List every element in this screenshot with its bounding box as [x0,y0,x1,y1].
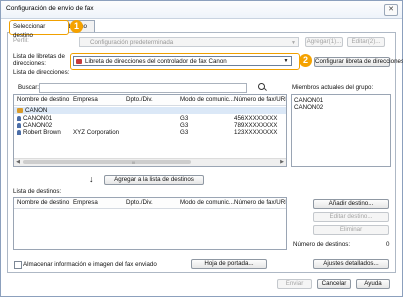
add-profile-button[interactable]: Agregar(1)... [305,37,343,47]
send-button[interactable]: Enviar [277,279,312,289]
address-book-label: Lista de libretas de direcciones: [13,53,65,67]
profile-select[interactable]: Configuración predeterminada ▼ [79,37,299,47]
edit-profile-button[interactable]: Editar(2)... [347,37,385,47]
row-mode: G3 [180,122,189,129]
configure-address-book-button[interactable]: Configurar libreta de direcciones... [314,57,403,67]
address-book-value: Libreta de direcciones del controlador d… [85,58,227,65]
col-mode[interactable]: Modo de comunic... [180,96,234,104]
search-icon[interactable] [258,83,265,90]
chevron-down-icon: ▼ [291,40,296,46]
scroll-grip: III [132,160,136,165]
profile-value: Configuración predeterminada [90,39,174,46]
destination-list[interactable]: Nombre de destino Empresa Dpto./Div. Mod… [13,197,287,250]
delete-button[interactable]: Eliminar [313,225,389,235]
destination-list-header: Nombre de destino Empresa Dpto./Div. Mod… [14,198,286,209]
close-button[interactable]: ✕ [384,4,398,16]
table-row[interactable]: Robert Brown XYZ Corporation G3 123XXXXX… [14,129,286,136]
address-book-icon [76,59,82,64]
scroll-thumb[interactable] [23,160,191,164]
row-name: CANON [25,107,48,114]
row-name: CANON02 [23,122,53,129]
col-name[interactable]: Nombre de destino [17,199,69,207]
cover-sheet-button[interactable]: Hoja de portada... [191,259,267,269]
group-members-label: Miembros actuales del grupo: [292,84,374,91]
address-list-label: Lista de direcciones: [13,69,70,76]
title-bar: Configuración de envío de fax ✕ [1,1,402,19]
table-row[interactable]: CANON02 G3 789XXXXXXXX [14,122,286,129]
row-name: CANON01 [23,115,53,122]
group-icon [17,108,23,113]
chevron-down-icon: ▼ [283,58,289,64]
list-item: CANON02 [294,104,324,111]
row-mode: G3 [180,129,189,136]
arrow-down-icon: ↓ [89,174,94,184]
callout-1: 1 [70,20,83,33]
search-label: Buscar: [18,84,39,91]
scroll-left-icon[interactable]: ◀ [14,159,22,166]
table-row[interactable]: CANON [14,107,286,114]
help-button[interactable]: Ayuda [356,279,390,289]
group-members-list[interactable]: CANON01 CANON02 [291,94,391,167]
col-fax[interactable]: Número de fax/URI [234,96,286,104]
col-dept[interactable]: Dpto./Div. [126,96,153,104]
col-dept[interactable]: Dpto./Div. [126,199,153,207]
add-to-destination-list-button[interactable]: Agregar a la lista de destinos [104,175,204,185]
user-icon [17,123,21,128]
col-mode[interactable]: Modo de comunic... [180,199,234,207]
horizontal-scrollbar[interactable]: ◀ III ▶ [14,158,286,166]
col-company[interactable]: Empresa [73,199,98,207]
col-fax[interactable]: Número de fax/URI [234,199,286,207]
detailed-settings-button[interactable]: Ajustes detallados... [313,259,389,269]
address-list[interactable]: Nombre de destino Empresa Dpto./Div. Mod… [13,94,287,167]
col-name[interactable]: Nombre de destino [17,96,69,104]
row-mode: G3 [180,115,189,122]
callout-2: 2 [299,54,312,67]
search-input[interactable] [39,83,247,93]
add-destination-button[interactable]: Añadir destino... [313,199,389,209]
user-icon [17,116,21,121]
window-title: Configuración de envío de fax [6,5,94,12]
edit-destination-button[interactable]: Editar destino... [313,212,389,222]
destination-count-value: 0 [386,241,390,248]
cancel-button[interactable]: Cancelar [317,279,351,289]
user-icon [17,130,21,135]
address-book-select[interactable]: Libreta de direcciones del controlador d… [73,56,292,66]
row-fax: 456XXXXXXXX [234,115,278,122]
scroll-right-icon[interactable]: ▶ [278,159,286,166]
destination-count-label: Número de destinos: [293,241,351,248]
address-list-header: Nombre de destino Empresa Dpto./Div. Mod… [14,95,286,106]
table-row[interactable]: CANON01 G3 456XXXXXXXX [14,115,286,122]
row-company: XYZ Corporation [73,129,120,136]
destination-list-label: Lista de destinos: [13,188,62,195]
row-fax: 123XXXXXXXX [234,129,278,136]
row-name: Robert Brown [23,129,61,136]
col-company[interactable]: Empresa [73,96,98,104]
store-info-checkbox[interactable] [14,261,22,269]
tab-select-destination[interactable]: Seleccionar destino [9,20,69,39]
store-info-label: Almacenar información e imagen del fax e… [23,261,157,268]
row-fax: 789XXXXXXXX [234,122,278,129]
fax-settings-dialog: Configuración de envío de fax ✕ Seleccio… [0,0,403,297]
